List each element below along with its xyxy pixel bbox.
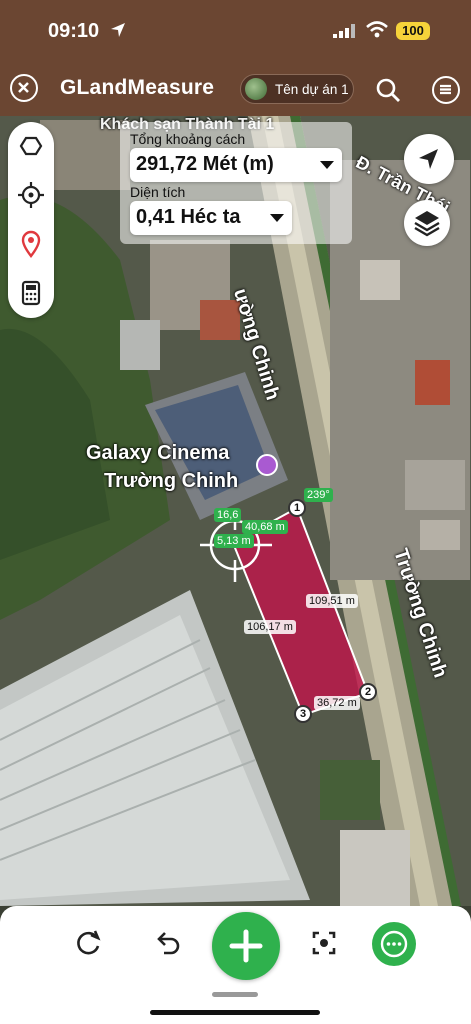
my-location-button[interactable]: [404, 134, 454, 184]
search-icon[interactable]: [374, 76, 402, 104]
distance-value: 291,72 Mét (m): [136, 153, 274, 175]
layers-button[interactable]: [404, 200, 450, 246]
status-time: 09:10: [48, 20, 100, 42]
cellular-signal-icon: [333, 24, 355, 38]
polygon-icon[interactable]: [13, 128, 49, 164]
refresh-icon[interactable]: [71, 926, 105, 960]
distance-unit-selector[interactable]: 291,72 Mét (m): [130, 148, 342, 182]
vertex-marker[interactable]: 2: [359, 683, 377, 701]
crosshair-icon[interactable]: [13, 177, 49, 213]
location-arrow-icon: [111, 23, 125, 37]
measurement-panel: Tổng khoảng cách 291,72 Mét (m) Diện tíc…: [120, 122, 352, 244]
calculator-icon[interactable]: [13, 275, 49, 311]
close-icon: [18, 82, 29, 93]
drag-handle[interactable]: [212, 992, 258, 997]
area-unit-selector[interactable]: 0,41 Héc ta: [130, 201, 292, 235]
poi-marker-icon[interactable]: [256, 454, 278, 476]
angle-label: 239°: [304, 488, 333, 502]
app-title: GLandMeasure: [60, 76, 215, 99]
segment-label-5: 36,72 m: [314, 696, 360, 710]
plus-icon: [229, 929, 263, 963]
project-thumbnail: [245, 78, 267, 100]
segment-label-4: 106,17 m: [244, 620, 296, 634]
segment-label-1: 40,68 m: [242, 520, 288, 534]
area-label: Diện tích: [130, 184, 186, 200]
distance-label: Tổng khoảng cách: [130, 131, 246, 147]
project-name: Tên dự án 1: [275, 82, 349, 97]
more-icon: [380, 930, 408, 958]
vertex-marker[interactable]: 1: [288, 499, 306, 517]
location-pin-icon[interactable]: [13, 226, 49, 262]
home-indicator: [150, 1010, 320, 1015]
segment-label-2: 5,13 m: [214, 534, 254, 548]
add-point-button[interactable]: [212, 912, 280, 980]
undo-icon[interactable]: [150, 926, 184, 960]
close-button[interactable]: [10, 74, 38, 102]
project-selector[interactable]: Tên dự án 1: [240, 74, 354, 104]
area-value: 0,41 Héc ta: [136, 206, 241, 228]
status-bar: 09:10 100: [0, 0, 471, 62]
small-measure-label: 16,6: [214, 508, 242, 522]
bottom-toolbar: [0, 906, 471, 1024]
menu-icon: [440, 84, 451, 95]
map-tools-panel: [8, 122, 54, 318]
more-options-button[interactable]: [372, 922, 416, 966]
poi-label-line2: Trường Chinh: [104, 470, 239, 492]
wifi-icon: [366, 21, 388, 38]
chevron-down-icon: [320, 161, 334, 169]
menu-button[interactable]: [432, 76, 460, 104]
segment-label-3: 109,51 m: [306, 594, 358, 608]
focus-icon[interactable]: [307, 926, 341, 960]
poi-label-line1: Galaxy Cinema: [86, 442, 230, 464]
chevron-down-icon: [270, 214, 284, 222]
layers-icon: [414, 211, 440, 237]
battery-indicator: 100: [396, 22, 430, 40]
navigation-arrow-icon: [419, 149, 438, 169]
app-header: GLandMeasure Tên dự án 1: [0, 62, 471, 116]
vertex-marker[interactable]: 3: [294, 705, 312, 723]
